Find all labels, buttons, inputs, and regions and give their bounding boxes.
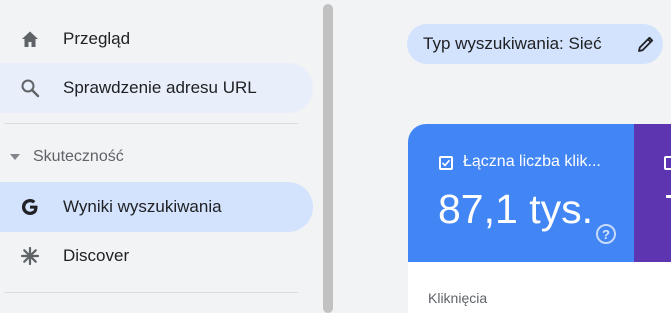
edit-pencil-icon[interactable]	[636, 34, 656, 54]
sidebar-item-url-inspection[interactable]: Sprawdzenie adresu URL	[0, 63, 313, 113]
sidebar-item-label: Wyniki wyszukiwania	[63, 197, 222, 216]
filter-chip-label: Typ wyszukiwania: Sieć	[423, 34, 602, 53]
help-icon[interactable]: ?	[596, 224, 616, 244]
home-icon	[18, 27, 42, 51]
metric-value: 87,1 tys.	[438, 186, 593, 232]
section-label: Skuteczność	[33, 148, 124, 165]
section-performance-header[interactable]: Skuteczność	[0, 142, 300, 172]
metric-title: Łączna liczba klik...	[463, 153, 601, 170]
metric-card-total-clicks[interactable]: Łączna liczba klik... 87,1 tys. ?	[408, 124, 634, 262]
sidebar-item-overview[interactable]: Przegląd	[0, 14, 313, 64]
sidebar-item-label: Sprawdzenie adresu URL	[63, 78, 257, 97]
sidebar-item-search-results[interactable]: Wyniki wyszukiwania	[0, 182, 313, 232]
metric-checkbox[interactable]	[664, 156, 671, 170]
sidebar-item-label: Discover	[63, 246, 130, 265]
metric-value: 7	[664, 186, 671, 233]
performance-chart-panel: Łączna liczba klik... 87,1 tys. ? 7 Klik…	[408, 124, 671, 313]
sidebar-divider	[4, 123, 298, 124]
metric-card-total-impressions[interactable]: 7	[634, 124, 671, 262]
caret-down-icon	[10, 154, 20, 160]
sidebar-item-discover[interactable]: Discover	[0, 231, 313, 281]
metric-checkbox[interactable]	[439, 156, 453, 170]
google-g-icon	[18, 195, 42, 219]
chart-y-axis-label: Kliknięcia	[428, 290, 488, 306]
sidebar: Przegląd Sprawdzenie adresu URL Skuteczn…	[0, 0, 322, 313]
sidebar-item-label: Przegląd	[63, 29, 131, 48]
discover-asterisk-icon	[18, 244, 42, 268]
sidebar-scrollbar-thumb[interactable]	[323, 4, 333, 313]
search-icon	[18, 76, 42, 100]
sidebar-divider	[4, 292, 298, 293]
search-type-filter-chip[interactable]: Typ wyszukiwania: Sieć	[407, 24, 663, 64]
